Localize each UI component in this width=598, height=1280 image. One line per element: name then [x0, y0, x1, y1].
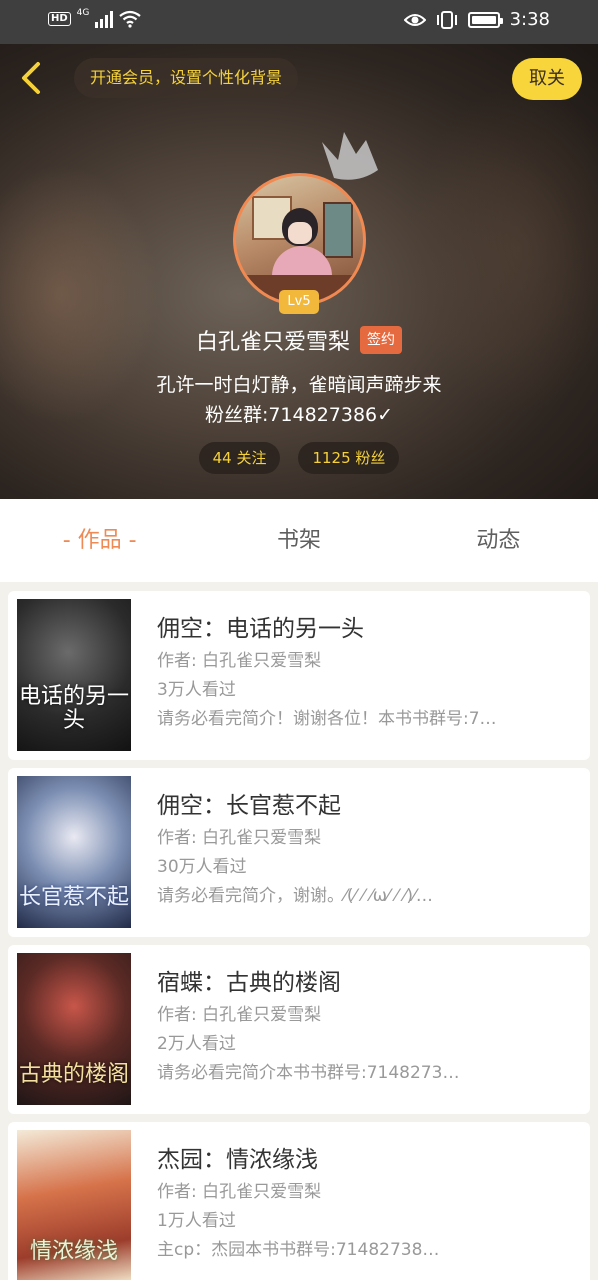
following-count[interactable]: 44 关注 [198, 442, 281, 474]
work-card[interactable]: 电话的另一头 佣空：电话的另一头 作者: 白孔雀只爱雪梨 3万人看过 请务必看完… [8, 591, 590, 760]
bio: 孔许一时白灯静，雀暗闻声蹄步来 粉丝群:714827386✓ [0, 370, 598, 430]
work-views: 30万人看过 [157, 857, 247, 877]
book-cover[interactable]: 电话的另一头 [17, 599, 131, 751]
signal-icon [95, 10, 114, 28]
work-views: 1万人看过 [157, 1211, 236, 1231]
work-info: 宿蝶：古典的楼阁 作者: 白孔雀只爱雪梨 2万人看过 请务必看完简介本书书群号:… [157, 967, 578, 1088]
work-info: 佣空：长官惹不起 作者: 白孔雀只爱雪梨 30万人看过 请务必看完简介，谢谢。⁄… [157, 790, 578, 911]
network-type: 4G [76, 8, 90, 18]
work-info: 佣空：电话的另一头 作者: 白孔雀只爱雪梨 3万人看过 请务必看完简介！谢谢各位… [157, 613, 578, 734]
hd-icon: HD [48, 12, 71, 26]
work-intro: 主cp：杰园本书书群号:71482738… [157, 1240, 440, 1260]
work-views: 3万人看过 [157, 680, 236, 700]
book-cover[interactable]: 长官惹不起 [17, 776, 131, 928]
stats-row: 44 关注 1125 粉丝 [0, 442, 598, 474]
eye-icon [403, 13, 426, 26]
work-title: 佣空：长官惹不起 [157, 793, 341, 819]
work-intro: 请务必看完简介！谢谢各位！本书书群号:7… [157, 709, 497, 729]
name-row: 白孔雀只爱雪梨 签约 [0, 324, 598, 356]
work-author: 作者: 白孔雀只爱雪梨 [157, 828, 322, 848]
followers-count[interactable]: 1125 粉丝 [298, 442, 400, 474]
tab-activity[interactable]: 动态 [399, 499, 598, 582]
cover-title: 情浓缘浅 [29, 1239, 118, 1264]
cover-title: 长官惹不起 [18, 885, 129, 910]
vibrate-icon [436, 10, 457, 29]
status-bar: HD 4G 3:38 [0, 0, 598, 44]
battery-icon [467, 11, 503, 28]
status-left: HD 4G [48, 8, 142, 28]
work-views: 2万人看过 [157, 1034, 236, 1054]
cover-title: 电话的另一头 [18, 684, 129, 733]
work-title: 杰园：情浓缘浅 [157, 1147, 318, 1173]
book-cover[interactable]: 古典的楼阁 [17, 953, 131, 1105]
unfollow-button[interactable]: 取关 [512, 58, 582, 100]
profile-tabs: - 作品 - 书架 动态 [0, 499, 598, 582]
works-list: 电话的另一头 佣空：电话的另一头 作者: 白孔雀只爱雪梨 3万人看过 请务必看完… [8, 591, 590, 1280]
level-badge: Lv5 [279, 290, 319, 314]
work-title: 宿蝶：古典的楼阁 [157, 970, 341, 996]
tab-bookshelf[interactable]: 书架 [199, 499, 398, 582]
bio-line-1: 孔许一时白灯静，雀暗闻声蹄步来 [156, 374, 442, 396]
status-time: 3:38 [509, 9, 550, 30]
work-info: 杰园：情浓缘浅 作者: 白孔雀只爱雪梨 1万人看过 主cp：杰园本书书群号:71… [157, 1144, 578, 1265]
back-chevron-icon[interactable] [12, 58, 52, 98]
work-author: 作者: 白孔雀只爱雪梨 [157, 651, 322, 671]
crown-icon [322, 132, 378, 180]
work-card[interactable]: 长官惹不起 佣空：长官惹不起 作者: 白孔雀只爱雪梨 30万人看过 请务必看完简… [8, 768, 590, 937]
work-card[interactable]: 情浓缘浅 杰园：情浓缘浅 作者: 白孔雀只爱雪梨 1万人看过 主cp：杰园本书书… [8, 1122, 590, 1280]
bio-line-2: 粉丝群:714827386✓ [204, 404, 394, 426]
vip-background-banner[interactable]: 开通会员，设置个性化背景 [74, 58, 299, 98]
work-title: 佣空：电话的另一头 [157, 616, 364, 642]
status-right: 3:38 [403, 9, 550, 30]
work-author: 作者: 白孔雀只爱雪梨 [157, 1182, 322, 1202]
cover-title: 古典的楼阁 [18, 1062, 129, 1087]
signed-badge: 签约 [360, 326, 402, 354]
avatar[interactable] [233, 173, 366, 306]
profile-header: 开通会员，设置个性化背景 取关 Lv5 白孔雀只爱雪梨 签约 孔许一时白灯静，雀暗… [0, 44, 598, 499]
book-cover[interactable]: 情浓缘浅 [17, 1130, 131, 1280]
username: 白孔雀只爱雪梨 [195, 330, 350, 355]
work-author: 作者: 白孔雀只爱雪梨 [157, 1005, 322, 1025]
work-card[interactable]: 古典的楼阁 宿蝶：古典的楼阁 作者: 白孔雀只爱雪梨 2万人看过 请务必看完简介… [8, 945, 590, 1114]
work-intro: 请务必看完简介本书书群号:7148273… [157, 1063, 460, 1083]
work-intro: 请务必看完简介，谢谢。⁄(⁄ ⁄ ⁄ω⁄ ⁄ ⁄)⁄… [157, 886, 433, 906]
wifi-icon [119, 10, 142, 28]
tab-works[interactable]: - 作品 - [0, 499, 199, 582]
